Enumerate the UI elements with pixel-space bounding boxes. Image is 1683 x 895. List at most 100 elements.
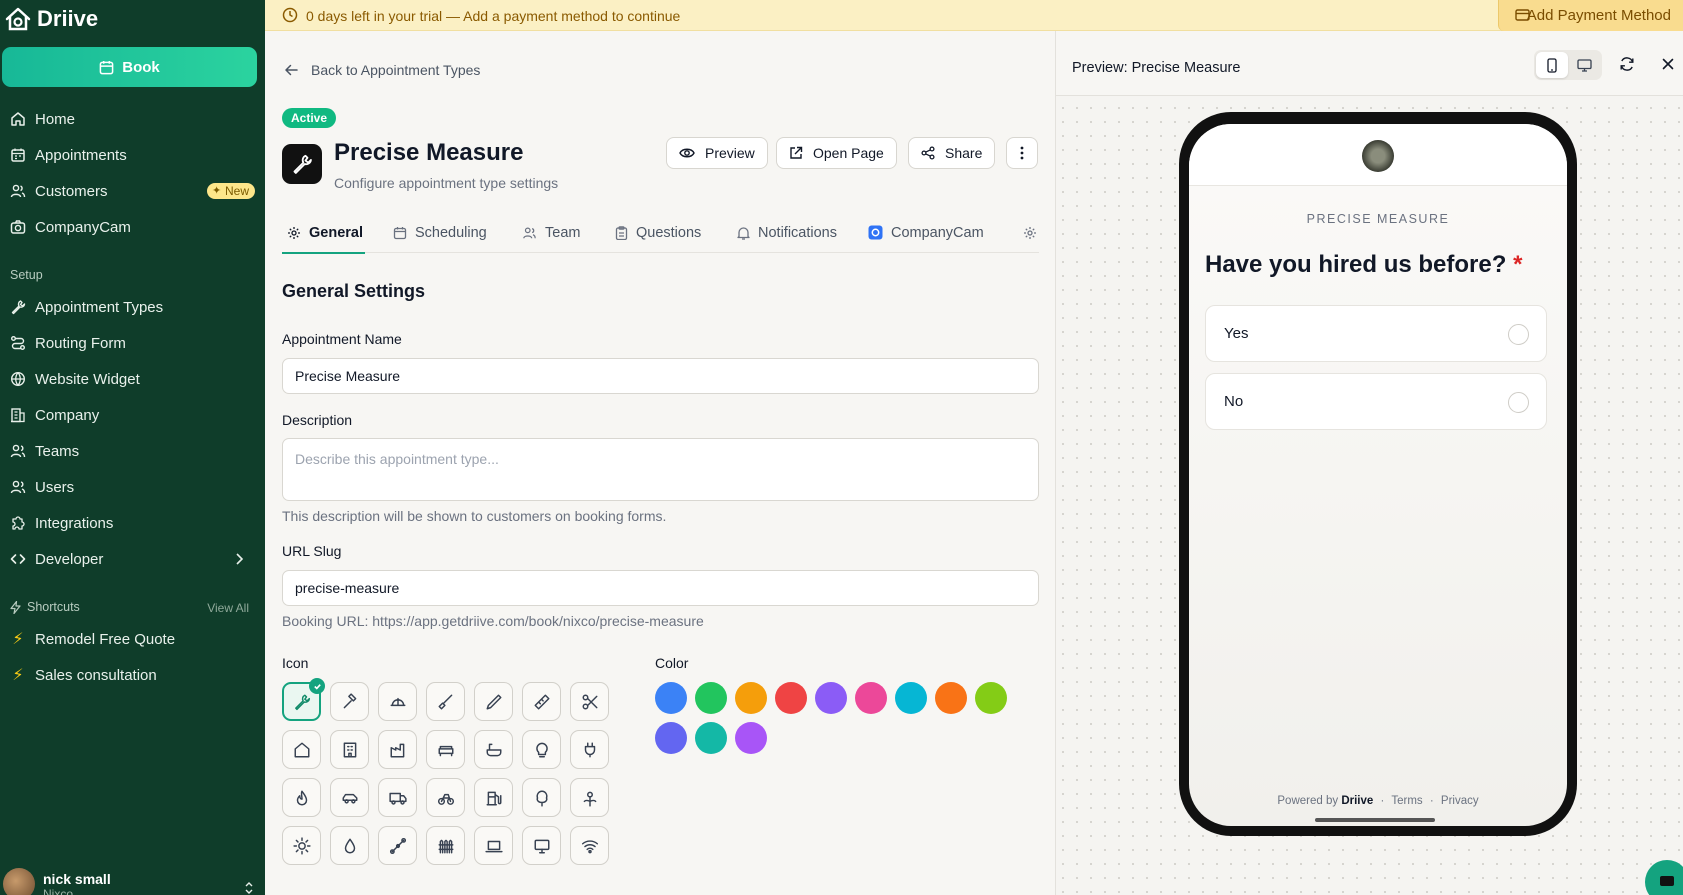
icon-option[interactable] — [570, 826, 609, 865]
appointment-name-input[interactable]: Precise Measure — [282, 358, 1039, 394]
icon-option[interactable] — [282, 826, 321, 865]
icon-option[interactable] — [570, 730, 609, 769]
icon-option[interactable] — [330, 730, 369, 769]
answer-option-label: Yes — [1224, 325, 1249, 342]
color-swatch[interactable] — [895, 682, 927, 714]
icon-option[interactable] — [522, 826, 561, 865]
answer-option-label: No — [1224, 393, 1244, 410]
color-swatch[interactable] — [655, 722, 687, 754]
more-options-button[interactable] — [1006, 137, 1038, 169]
tab-companycam[interactable]: CompanyCam — [868, 213, 984, 252]
terms-link[interactable]: Terms — [1391, 795, 1422, 807]
icon-option[interactable] — [522, 682, 561, 721]
description-textarea[interactable]: Describe this appointment type... — [282, 438, 1039, 501]
answer-option-yes[interactable]: Yes — [1205, 305, 1547, 362]
icon-option[interactable] — [282, 678, 325, 721]
sidebar-item-companycam[interactable]: CompanyCam — [10, 212, 255, 242]
color-swatch[interactable] — [735, 682, 767, 714]
icon-option[interactable] — [570, 682, 609, 721]
icon-option[interactable] — [426, 778, 465, 817]
icon-option[interactable] — [474, 682, 513, 721]
bathtub-icon — [486, 743, 501, 756]
building-icon — [11, 408, 25, 423]
new-badge: ✦ New — [206, 183, 255, 199]
color-swatch[interactable] — [775, 682, 807, 714]
sidebar-item-users[interactable]: Users — [10, 472, 255, 502]
icon-option[interactable] — [522, 730, 561, 769]
status-badge: Active — [282, 108, 337, 128]
flame-icon — [296, 790, 307, 805]
tab-questions[interactable]: Questions — [615, 213, 701, 252]
question-label: Have you hired us before? — [1205, 251, 1507, 278]
back-link[interactable]: Back to Appointment Types — [284, 62, 480, 78]
add-payment-method-button[interactable]: Add Payment Method — [1498, 0, 1683, 31]
icon-option[interactable] — [282, 778, 321, 817]
color-swatch[interactable] — [695, 722, 727, 754]
shortcut-item-remodel-free-quote[interactable]: ⚡ Remodel Free Quote — [10, 624, 255, 654]
sidebar-item-appointment-types[interactable]: Appointment Types — [10, 292, 255, 322]
chevron-up-down-icon[interactable] — [243, 880, 255, 895]
user-menu[interactable]: nick small Nixco — [3, 868, 111, 895]
sidebar-item-website-widget[interactable]: Website Widget — [10, 364, 255, 394]
sidebar-item-appointments[interactable]: Appointments — [10, 140, 255, 170]
icon-option[interactable] — [474, 826, 513, 865]
tab-team[interactable]: Team — [522, 213, 580, 252]
color-swatch[interactable] — [655, 682, 687, 714]
sidebar-item-home[interactable]: Home — [10, 104, 255, 134]
color-swatch[interactable] — [695, 682, 727, 714]
icon-option[interactable] — [378, 682, 417, 721]
icon-option[interactable] — [426, 826, 465, 865]
icon-option[interactable] — [330, 682, 369, 721]
icon-option[interactable] — [330, 778, 369, 817]
sidebar-item-teams[interactable]: Teams — [10, 436, 255, 466]
mobile-view-button[interactable] — [1536, 52, 1568, 78]
color-swatch[interactable] — [815, 682, 847, 714]
icon-option[interactable] — [378, 778, 417, 817]
desktop-view-button[interactable] — [1568, 52, 1600, 78]
sidebar-item-integrations[interactable]: Integrations — [10, 508, 255, 538]
privacy-link[interactable]: Privacy — [1441, 795, 1479, 807]
globe-icon — [10, 371, 26, 387]
icon-option[interactable] — [426, 730, 465, 769]
icon-option[interactable] — [522, 778, 561, 817]
radio-button[interactable] — [1508, 392, 1529, 413]
book-button[interactable]: Book — [2, 47, 257, 87]
sidebar-item-routing-form[interactable]: Routing Form — [10, 328, 255, 358]
bell-icon — [737, 226, 750, 240]
open-page-button[interactable]: Open Page — [776, 137, 897, 169]
share-button[interactable]: Share — [908, 137, 996, 169]
icon-option[interactable] — [378, 826, 417, 865]
icon-option[interactable] — [570, 778, 609, 817]
answer-option-no[interactable]: No — [1205, 373, 1547, 430]
icon-option[interactable] — [378, 730, 417, 769]
icon-option[interactable] — [282, 730, 321, 769]
color-swatch[interactable] — [735, 722, 767, 754]
tab-general[interactable]: General — [282, 213, 365, 254]
sidebar-item-developer[interactable]: Developer — [10, 544, 255, 574]
icon-option[interactable] — [330, 826, 369, 865]
sidebar-item-company[interactable]: Company — [10, 400, 255, 430]
chat-widget-button[interactable] — [1645, 860, 1683, 895]
color-swatch[interactable] — [975, 682, 1007, 714]
tab-scheduling[interactable]: Scheduling — [393, 213, 487, 252]
sidebar-item-customers[interactable]: Customers ✦ New — [10, 176, 255, 206]
brand-logo[interactable]: Driive — [5, 6, 98, 32]
selected-check-icon — [309, 678, 325, 694]
refresh-icon[interactable] — [1619, 56, 1635, 72]
close-icon[interactable] — [1662, 58, 1674, 70]
icon-option[interactable] — [426, 682, 465, 721]
powered-by-brand[interactable]: Driive — [1341, 795, 1373, 807]
color-swatch[interactable] — [855, 682, 887, 714]
preview-button[interactable]: Preview — [666, 137, 768, 169]
color-swatch[interactable] — [935, 682, 967, 714]
icon-option[interactable] — [474, 730, 513, 769]
description-label: Description — [282, 412, 353, 428]
tab-notifications[interactable]: Notifications — [737, 213, 837, 252]
url-slug-input[interactable]: precise-measure — [282, 570, 1039, 606]
tab-more[interactable] — [1023, 213, 1037, 252]
radio-button[interactable] — [1508, 324, 1529, 345]
view-all-link[interactable]: View All — [207, 601, 249, 615]
icon-option[interactable] — [474, 778, 513, 817]
footer-separator: · — [1429, 795, 1434, 807]
shortcut-item-sales-consultation[interactable]: ⚡ Sales consultation — [10, 660, 255, 690]
